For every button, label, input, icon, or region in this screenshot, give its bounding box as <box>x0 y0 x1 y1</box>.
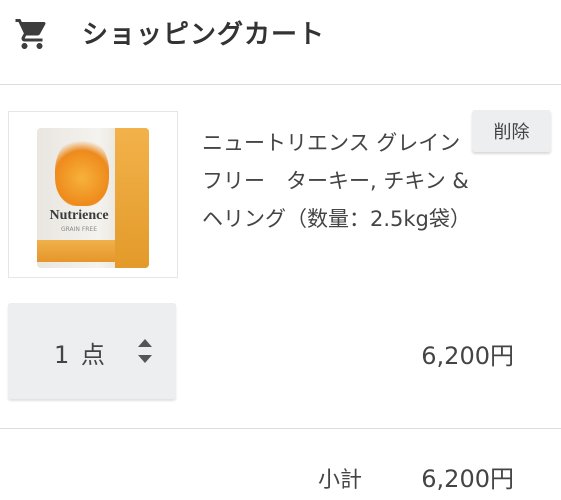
product-bag-illustration: Nutrience GRAIN FREE <box>37 118 149 270</box>
quantity-label: 1 点 <box>54 341 107 369</box>
cart-header: ショッピングカート <box>0 0 561 84</box>
subtotal-label: 小計 <box>318 468 363 493</box>
subtotal-divider <box>0 428 561 429</box>
page-title: ショッピングカート <box>82 20 326 50</box>
item-price: 6,200円 <box>421 342 514 370</box>
product-image[interactable]: Nutrience GRAIN FREE <box>8 111 178 278</box>
subtotal-value: 6,200円 <box>421 465 514 493</box>
header-divider <box>0 84 561 85</box>
quantity-selector[interactable]: 1 点 <box>8 303 176 399</box>
product-brand-logo: Nutrience <box>49 208 109 223</box>
shopping-cart-icon <box>15 19 46 49</box>
product-name[interactable]: ニュートリエンス グレインフリー ターキー, チキン & ヘリング（数量：2.5… <box>202 124 472 238</box>
delete-button[interactable]: 削除 <box>472 110 551 152</box>
product-subbrand: GRAIN FREE <box>60 226 98 233</box>
updown-chevron-icon <box>138 339 152 363</box>
flame-graphic <box>55 136 109 206</box>
